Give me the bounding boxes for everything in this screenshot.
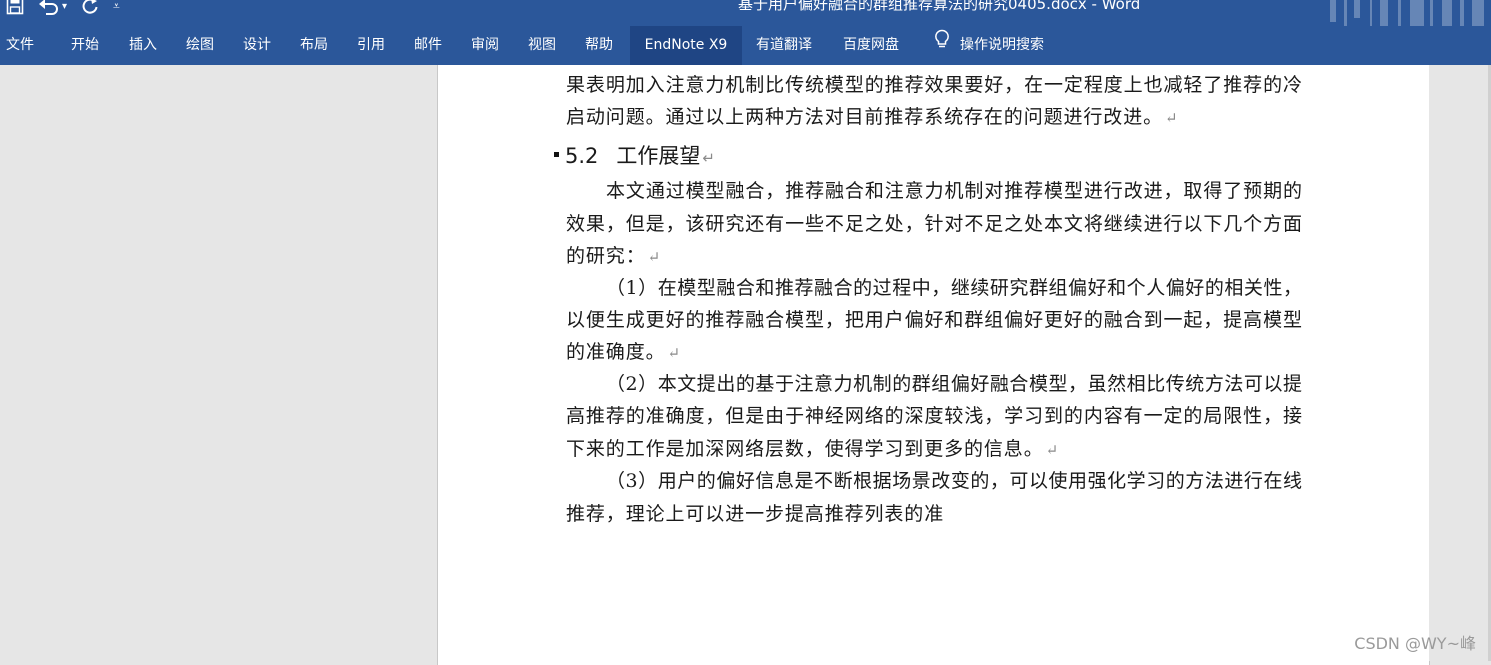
body-line: 的研究： ↵ xyxy=(566,242,661,270)
title-bar-pattern-icon xyxy=(1330,0,1484,26)
body-line-text: 下来的工作是加深网络层数，使得学习到更多的信息。 xyxy=(566,438,1044,460)
tab-file[interactable]: 文件 xyxy=(6,26,34,65)
watermark: CSDN @WY~峰 xyxy=(1354,634,1476,653)
body-line: （3）用户的偏好信息是不断根据场景改变的，可以使用强化学习的方法进行在线 xyxy=(606,470,1302,492)
paragraph-mark-icon: ↵ xyxy=(1045,441,1060,459)
body-line: 果表明加入注意力机制比传统模型的推荐效果要好，在一定程度上也减轻了推荐的冷 xyxy=(566,74,1302,96)
body-line: （2）本文提出的基于注意力机制的群组偏好融合模型，虽然相比传统方法可以提 xyxy=(606,373,1302,395)
paragraph-mark-icon: ↵ xyxy=(667,344,681,362)
body-line: 高推荐的准确度，但是由于神经网络的深度较浅，学习到的内容有一定的局限性，接 xyxy=(566,405,1302,427)
tell-me-search[interactable]: 操作说明搜索 xyxy=(934,26,1044,65)
redo-icon[interactable] xyxy=(81,0,99,15)
title-bar: ▾ ⩡ 基于用户偏好融合的群组推荐算法的研究0405.docx - Word xyxy=(0,0,1491,26)
body-line: 的准确度。 ↵ xyxy=(566,338,681,366)
body-line-text: 的准确度。 xyxy=(566,341,666,363)
body-line: 启动问题。通过以上两种方法对目前推荐系统存在的问题进行改进。 ↵ xyxy=(566,103,1178,131)
customize-qat-icon[interactable]: ⩡ xyxy=(113,0,120,14)
tab-view[interactable]: 视图 xyxy=(528,26,556,65)
section-heading: 5.2 工作展望 ↵ xyxy=(554,141,715,171)
paragraph-mark-icon: ↵ xyxy=(702,149,715,167)
body-line: 下来的工作是加深网络层数，使得学习到更多的信息。 ↵ xyxy=(566,435,1059,463)
tab-insert[interactable]: 插入 xyxy=(129,26,157,65)
body-line-text: 的研究： xyxy=(566,245,646,267)
quick-access-toolbar: ▾ ⩡ xyxy=(6,0,120,18)
body-line: （1）在模型融合和推荐融合的过程中，继续研究群组偏好和个人偏好的相关性， xyxy=(606,277,1302,299)
tell-me-label: 操作说明搜索 xyxy=(960,37,1044,53)
heading-bullet-icon xyxy=(554,151,559,157)
undo-icon[interactable] xyxy=(38,0,60,15)
tab-draw[interactable]: 绘图 xyxy=(186,26,214,65)
body-line: 效果，但是，该研究还有一些不足之处，针对不足之处本文将继续进行以下几个方面 xyxy=(566,213,1302,235)
heading-number: 5.2 xyxy=(565,144,599,168)
body-line: 本文通过模型融合，推荐融合和注意力机制对推荐模型进行改进，取得了预期的 xyxy=(606,180,1302,202)
tab-review[interactable]: 审阅 xyxy=(471,26,499,65)
tab-endnote[interactable]: EndNote X9 xyxy=(630,26,742,65)
heading-text: 工作展望 xyxy=(616,144,701,168)
body-line: 以便生成更好的推荐融合模型，把用户偏好和群组偏好更好的融合到一起，提高模型 xyxy=(566,309,1302,331)
lightbulb-icon xyxy=(934,26,950,65)
ribbon-tab-bar: 文件 开始 插入 绘图 设计 布局 引用 邮件 审阅 视图 帮助 EndNote… xyxy=(0,26,1491,65)
tab-mailings[interactable]: 邮件 xyxy=(414,26,442,65)
tab-youdao-translate[interactable]: 有道翻译 xyxy=(756,26,812,65)
save-icon[interactable] xyxy=(6,0,24,15)
body-line: 推荐，理论上可以进一步提高推荐列表的准 xyxy=(566,503,945,525)
tab-references[interactable]: 引用 xyxy=(357,26,385,65)
chevron-down-icon[interactable]: ▾ xyxy=(62,1,67,12)
tab-home[interactable]: 开始 xyxy=(71,26,99,65)
tab-baidu-netdisk[interactable]: 百度网盘 xyxy=(843,26,899,65)
tab-design[interactable]: 设计 xyxy=(243,26,271,65)
paragraph-mark-icon: ↵ xyxy=(647,248,662,266)
tab-help[interactable]: 帮助 xyxy=(585,26,613,65)
body-line-text: 启动问题。通过以上两种方法对目前推荐系统存在的问题进行改进。 xyxy=(566,106,1164,128)
paragraph-mark-icon: ↵ xyxy=(1165,109,1179,127)
right-gutter xyxy=(1429,65,1491,661)
document-title: 基于用户偏好融合的群组推荐算法的研究0405.docx - Word xyxy=(738,0,1141,13)
tab-layout[interactable]: 布局 xyxy=(300,26,328,65)
